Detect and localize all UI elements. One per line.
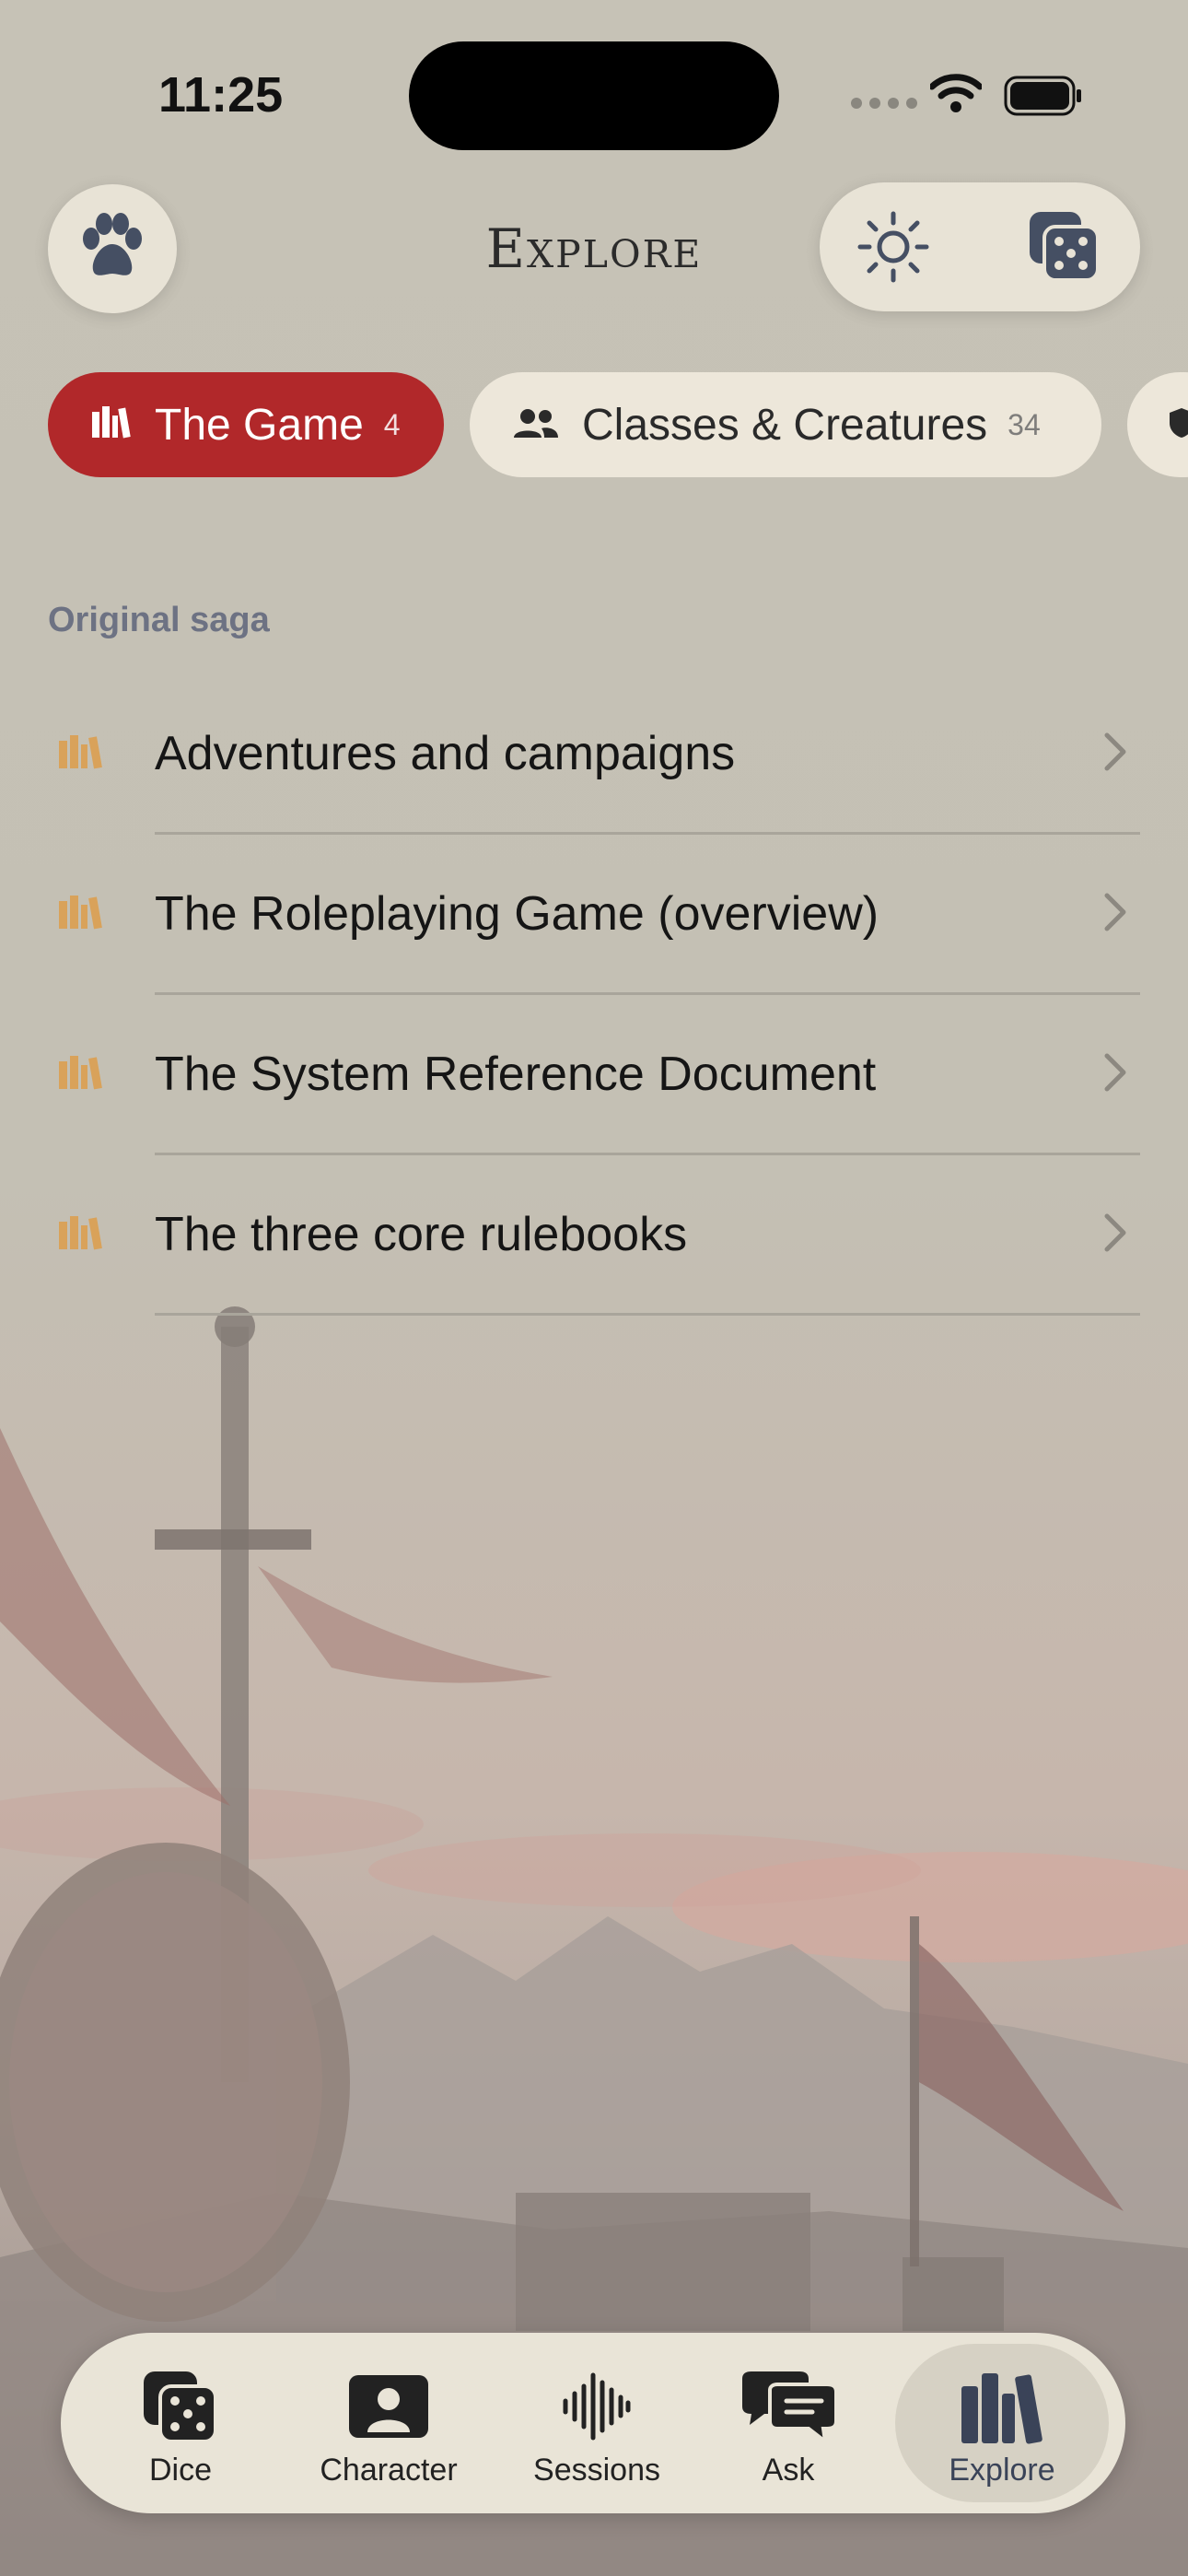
chip-classes-creatures[interactable]: Classes & Creatures 34: [470, 372, 1101, 477]
paw-icon: [76, 212, 148, 286]
dice-icon[interactable]: [1028, 210, 1101, 288]
list-item[interactable]: The System Reference Document: [0, 995, 1188, 1155]
books-icon: [57, 1052, 105, 1095]
tab-label: Explore: [949, 2453, 1055, 2488]
sun-icon[interactable]: [856, 210, 930, 288]
tab-explore[interactable]: Explore: [895, 2344, 1109, 2502]
chevron-right-icon: [1103, 1052, 1127, 1097]
chevron-right-icon: [1103, 1212, 1127, 1258]
tab-dice[interactable]: Dice: [81, 2344, 280, 2502]
page-title: Explore: [485, 217, 703, 280]
people-icon: [514, 400, 558, 451]
tab-character[interactable]: Character: [289, 2344, 488, 2502]
chip-label: The Game: [155, 400, 364, 450]
dynamic-island: [409, 41, 779, 150]
tab-label: Dice: [148, 2453, 213, 2488]
chip-the-game[interactable]: The Game 4: [48, 372, 444, 477]
list-item[interactable]: Adventures and campaigns: [0, 674, 1188, 835]
tab-label: Ask: [762, 2453, 815, 2488]
books-icon: [57, 892, 105, 935]
dice-icon: [142, 2368, 219, 2445]
list-item-label: The Roleplaying Game (overview): [155, 887, 879, 941]
chip-count: 4: [383, 407, 401, 441]
battery-icon: [1004, 76, 1083, 121]
books-icon: [958, 2368, 1046, 2445]
waveform-icon: [562, 2368, 632, 2445]
chip-label: Classes & Creatures: [582, 400, 988, 450]
tab-ask[interactable]: Ask: [705, 2344, 871, 2502]
chip-count: 34: [1007, 407, 1041, 441]
list-item-label: The three core rulebooks: [155, 1208, 688, 1261]
books-icon: [57, 732, 105, 775]
divider: [155, 1313, 1140, 1316]
tab-label: Character: [320, 2453, 458, 2488]
paw-button[interactable]: [48, 184, 177, 313]
chat-bubbles-icon: [739, 2368, 838, 2445]
wifi-icon: [928, 74, 984, 119]
tab-sessions[interactable]: Sessions: [497, 2344, 696, 2502]
list-item[interactable]: The three core rulebooks: [0, 1155, 1188, 1316]
books-icon: [90, 400, 131, 451]
chevron-right-icon: [1103, 892, 1127, 937]
cellular-signal-icon: [851, 98, 917, 109]
tab-bar: Dice Character Sessions Ask Explore: [61, 2333, 1125, 2513]
tab-label: Sessions: [533, 2453, 660, 2488]
list-item-label: The System Reference Document: [155, 1048, 877, 1101]
shield-icon: [1168, 400, 1188, 451]
books-icon: [57, 1212, 105, 1256]
status-time: 11:25: [158, 67, 284, 123]
list-item[interactable]: The Roleplaying Game (overview): [0, 835, 1188, 995]
header-actions: [820, 182, 1140, 311]
chevron-right-icon: [1103, 732, 1127, 777]
section-title: Original saga: [48, 601, 270, 639]
list-item-label: Adventures and campaigns: [155, 727, 736, 780]
character-card-icon: [347, 2368, 430, 2445]
